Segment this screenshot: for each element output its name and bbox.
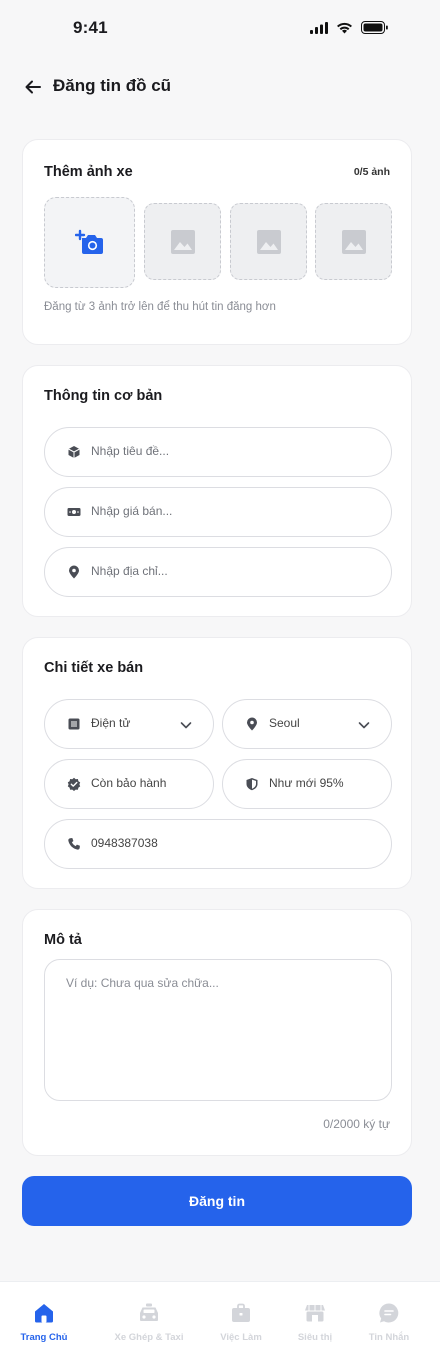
bottom-tab-bar: Trang Chủ Xe Ghép & Taxi Việc Làm Siêu t… [0, 1281, 440, 1367]
message-icon [379, 1303, 399, 1323]
condition-field[interactable]: Như mới 95% [222, 759, 392, 809]
shield-icon [246, 778, 258, 791]
badge-check-icon [67, 777, 81, 791]
photo-slot[interactable] [315, 203, 392, 280]
tab-messages[interactable]: Tin Nhắn [345, 1282, 433, 1367]
price-placeholder: Nhập giá bán... [91, 504, 173, 518]
banknote-icon [67, 508, 81, 516]
photos-card: Thêm ảnh xe 0/5 ảnh Đăng từ 3 ảnh trở lê… [22, 139, 412, 345]
store-icon [305, 1305, 325, 1322]
status-icons [310, 21, 388, 34]
phone-icon [68, 838, 80, 850]
phone-field[interactable]: 0948387038 [44, 819, 392, 869]
location-select[interactable]: Seoul [222, 699, 392, 749]
title-placeholder: Nhập tiêu đề... [91, 444, 170, 458]
page-title: Đăng tin đồ cũ [53, 76, 172, 95]
chevron-down-icon [358, 722, 370, 729]
home-icon [35, 1304, 53, 1323]
category-select[interactable]: Điện tử [44, 699, 214, 749]
image-placeholder-icon [341, 229, 366, 254]
tab-home-label: Trang Chủ [20, 1332, 68, 1343]
photo-slot[interactable] [144, 203, 221, 280]
map-pin-icon [69, 565, 79, 579]
tab-taxi[interactable]: Xe Ghép & Taxi [105, 1282, 193, 1367]
taxi-icon [140, 1303, 158, 1321]
signal-icon [310, 21, 328, 34]
app-header: Đăng tin đồ cũ [0, 58, 440, 116]
description-title: Mô tả [44, 932, 82, 948]
list-icon [68, 718, 80, 730]
photo-hint: Đăng từ 3 ảnh trở lên để thu hút tin đăn… [44, 301, 276, 313]
address-input[interactable]: Nhập địa chỉ... [44, 547, 392, 597]
briefcase-icon [232, 1303, 250, 1322]
image-placeholder-icon [170, 229, 195, 254]
address-placeholder: Nhập địa chỉ... [91, 564, 168, 578]
photos-title: Thêm ảnh xe [44, 164, 133, 180]
details-card: Chi tiết xe bán Điện tử Seoul Còn bảo hà… [22, 637, 412, 889]
description-textarea[interactable]: Ví dụ: Chưa qua sửa chữa... [44, 959, 392, 1101]
description-card: Mô tả Ví dụ: Chưa qua sửa chữa... 0/2000… [22, 909, 412, 1156]
camera-plus-icon [74, 229, 103, 254]
image-placeholder-icon [256, 229, 281, 254]
chevron-down-icon [180, 722, 192, 729]
arrow-left-icon[interactable] [22, 76, 44, 98]
phone-value: 0948387038 [91, 836, 158, 850]
battery-icon [361, 21, 388, 34]
photo-slot[interactable] [230, 203, 307, 280]
status-bar: 9:41 [0, 0, 440, 58]
submit-button[interactable]: Đăng tin [22, 1176, 412, 1226]
description-placeholder: Ví dụ: Chưa qua sửa chữa... [66, 976, 219, 990]
character-counter: 0/2000 ký tự [323, 1117, 390, 1131]
condition-value: Như mới 95% [269, 776, 344, 790]
warranty-value: Còn bảo hành [91, 776, 167, 790]
price-input[interactable]: Nhập giá bán... [44, 487, 392, 537]
status-time: 9:41 [73, 18, 108, 37]
category-value: Điện tử [91, 716, 131, 730]
package-icon [68, 446, 80, 458]
title-input[interactable]: Nhập tiêu đề... [44, 427, 392, 477]
warranty-field[interactable]: Còn bảo hành [44, 759, 214, 809]
location-value: Seoul [269, 716, 300, 730]
basic-info-card: Thông tin cơ bản Nhập tiêu đề... Nhập gi… [22, 365, 412, 617]
tab-taxi-label: Xe Ghép & Taxi [114, 1332, 184, 1343]
tab-home[interactable]: Trang Chủ [0, 1282, 88, 1367]
map-pin-icon [247, 717, 257, 731]
wifi-icon [337, 22, 352, 33]
details-title: Chi tiết xe bán [44, 660, 144, 676]
tab-messages-label: Tin Nhắn [368, 1332, 410, 1343]
add-photo-button[interactable] [44, 197, 135, 288]
basic-info-title: Thông tin cơ bản [44, 388, 163, 404]
photo-count: 0/5 ảnh [353, 166, 390, 178]
